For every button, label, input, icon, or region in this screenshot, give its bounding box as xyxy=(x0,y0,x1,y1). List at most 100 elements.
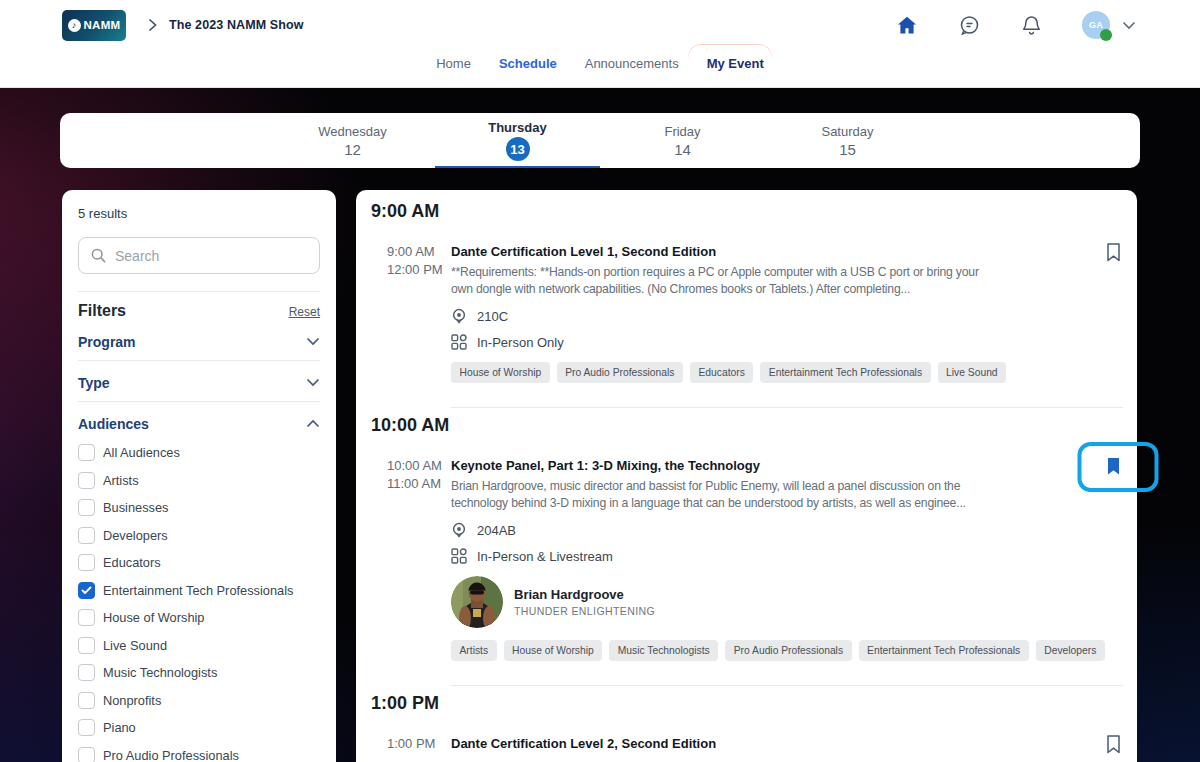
tag-pill: Artists xyxy=(451,640,497,661)
event-title[interactable]: Dante Certification Level 1, Second Edit… xyxy=(451,242,996,261)
date-tab-thursday[interactable]: Thursday 13 xyxy=(435,113,600,168)
tag-pill: House of Worship xyxy=(451,362,550,383)
audience-option-label: Pro Audio Professionals xyxy=(103,748,239,762)
namm-logo[interactable]: ♪ NAMM xyxy=(62,10,126,41)
audience-option-label: Entertainment Tech Professionals xyxy=(103,583,293,598)
event-title[interactable]: Dante Certification Level 2, Second Edit… xyxy=(451,734,996,753)
audience-option[interactable]: Piano xyxy=(78,714,320,742)
filter-sidebar: 5 results Search Filters Reset Program Ty… xyxy=(62,190,336,762)
checkbox[interactable] xyxy=(78,472,95,489)
event-attendance-row: In-Person Only xyxy=(451,334,996,350)
search-input[interactable]: Search xyxy=(78,237,320,274)
date-day-label: Thursday xyxy=(488,120,547,135)
event-card[interactable]: 10:00 AM11:00 AMKeynote Panel, Part 1: 3… xyxy=(387,456,1123,661)
nav-tab-my-event[interactable]: My Event xyxy=(705,52,766,75)
checkbox[interactable] xyxy=(78,747,95,762)
tag-pill: Developers xyxy=(1036,640,1105,661)
event-description: Brian Hardgroove, music director and bas… xyxy=(451,478,996,512)
audience-option[interactable]: Educators xyxy=(78,549,320,577)
audience-option[interactable]: Businesses xyxy=(78,494,320,522)
nav-tab-announcements[interactable]: Announcements xyxy=(583,52,681,75)
audience-option-label: Nonprofits xyxy=(103,693,161,708)
audience-option[interactable]: Nonprofits xyxy=(78,687,320,715)
attendance-format-icon xyxy=(451,548,467,564)
filter-section-header-audiences[interactable]: Audiences xyxy=(78,409,320,438)
namm-logo-icon: ♪ xyxy=(68,19,81,32)
date-number: 13 xyxy=(506,137,530,161)
bookmark-icon[interactable] xyxy=(1105,734,1122,755)
tag-pill: Entertainment Tech Professionals xyxy=(760,362,930,383)
checkbox[interactable] xyxy=(78,444,95,461)
divider xyxy=(78,401,320,402)
event-location: 204AB xyxy=(477,523,516,538)
audience-option-label: All Audiences xyxy=(103,445,180,460)
filter-section-label: Type xyxy=(78,375,110,391)
reset-filters-link[interactable]: Reset xyxy=(289,305,320,319)
event-tags: ArtistsHouse of WorshipMusic Technologis… xyxy=(451,640,1105,661)
date-number: 15 xyxy=(839,141,856,158)
breadcrumb-chevron-icon xyxy=(148,18,157,32)
chevron-up-icon xyxy=(306,419,320,428)
event-card[interactable]: 9:00 AM12:00 PMDante Certification Level… xyxy=(387,242,1123,383)
date-tab-saturday[interactable]: Saturday 15 xyxy=(765,113,930,168)
checkbox[interactable] xyxy=(78,719,95,736)
audience-option-label: Music Technologists xyxy=(103,665,217,680)
chevron-down-icon xyxy=(306,337,320,346)
chat-icon[interactable] xyxy=(958,14,980,36)
filter-section-header-program[interactable]: Program xyxy=(78,327,320,356)
filters-title: Filters xyxy=(78,302,126,320)
nav-tab-schedule[interactable]: Schedule xyxy=(497,52,559,75)
active-tab-underline xyxy=(435,166,600,169)
event-card[interactable]: 1:00 PMDante Certification Level 2, Seco… xyxy=(387,734,1123,753)
time-group-heading: 1:00 PM xyxy=(371,692,1123,714)
audience-option[interactable]: Artists xyxy=(78,467,320,495)
audience-option[interactable]: Pro Audio Professionals xyxy=(78,742,320,762)
nav-tab-home[interactable]: Home xyxy=(434,52,473,75)
audience-option-label: Artists xyxy=(103,473,139,488)
audience-option[interactable]: Entertainment Tech Professionals xyxy=(78,577,320,605)
divider xyxy=(451,407,1123,408)
checkbox[interactable] xyxy=(78,499,95,516)
speaker-photo xyxy=(451,576,503,628)
audience-option-label: Piano xyxy=(103,720,136,735)
checkbox-checked[interactable] xyxy=(78,582,95,599)
schedule-group: 10:00 AM 10:00 AM11:00 AMKeynote Panel, P… xyxy=(371,407,1123,685)
audience-option[interactable]: House of Worship xyxy=(78,604,320,632)
audience-option[interactable]: Live Sound xyxy=(78,632,320,660)
bookmark-icon-filled[interactable] xyxy=(1105,456,1122,477)
date-day-label: Friday xyxy=(664,124,700,139)
checkbox[interactable] xyxy=(78,609,95,626)
event-title[interactable]: Keynote Panel, Part 1: 3-D Mixing, the T… xyxy=(451,456,996,475)
checkbox[interactable] xyxy=(78,554,95,571)
user-avatar[interactable]: GA xyxy=(1082,11,1110,39)
bookmark-icon[interactable] xyxy=(1105,242,1122,263)
event-location-row: 204AB xyxy=(451,522,996,539)
date-tab-wednesday[interactable]: Wednesday12 xyxy=(270,113,435,168)
breadcrumb: The 2023 NAMM Show xyxy=(169,18,303,32)
date-tab-bar: Wednesday12 Thursday 13 Friday14 Saturday 15 xyxy=(60,113,1140,168)
results-count: 5 results xyxy=(78,206,320,221)
attendance-format-icon xyxy=(451,334,467,350)
filter-section-label: Audiences xyxy=(78,416,149,432)
audience-option[interactable]: All Audiences xyxy=(78,439,320,467)
filter-section-program: Program xyxy=(78,327,320,361)
audience-option[interactable]: Music Technologists xyxy=(78,659,320,687)
checkbox[interactable] xyxy=(78,692,95,709)
bell-icon[interactable] xyxy=(1020,14,1042,36)
speaker[interactable]: Brian HardgrooveTHUNDER ENLIGHTENING xyxy=(451,576,996,628)
date-day-label: Saturday xyxy=(821,124,873,139)
filter-section-header-type[interactable]: Type xyxy=(78,368,320,397)
event-time-range: 1:00 PM xyxy=(387,734,451,753)
search-icon xyxy=(91,248,106,263)
date-tab-friday[interactable]: Friday14 xyxy=(600,113,765,168)
tag-pill: Live Sound xyxy=(938,362,1007,383)
home-icon[interactable] xyxy=(896,14,918,36)
audience-option[interactable]: Developers xyxy=(78,522,320,550)
account-chevron-down-icon[interactable] xyxy=(1118,14,1140,36)
filter-section-type: Type xyxy=(78,368,320,402)
time-group-heading: 10:00 AM xyxy=(371,414,1123,436)
checkbox[interactable] xyxy=(78,664,95,681)
checkbox[interactable] xyxy=(78,637,95,654)
checkbox[interactable] xyxy=(78,527,95,544)
speaker-name: Brian Hardgroove xyxy=(514,587,655,602)
